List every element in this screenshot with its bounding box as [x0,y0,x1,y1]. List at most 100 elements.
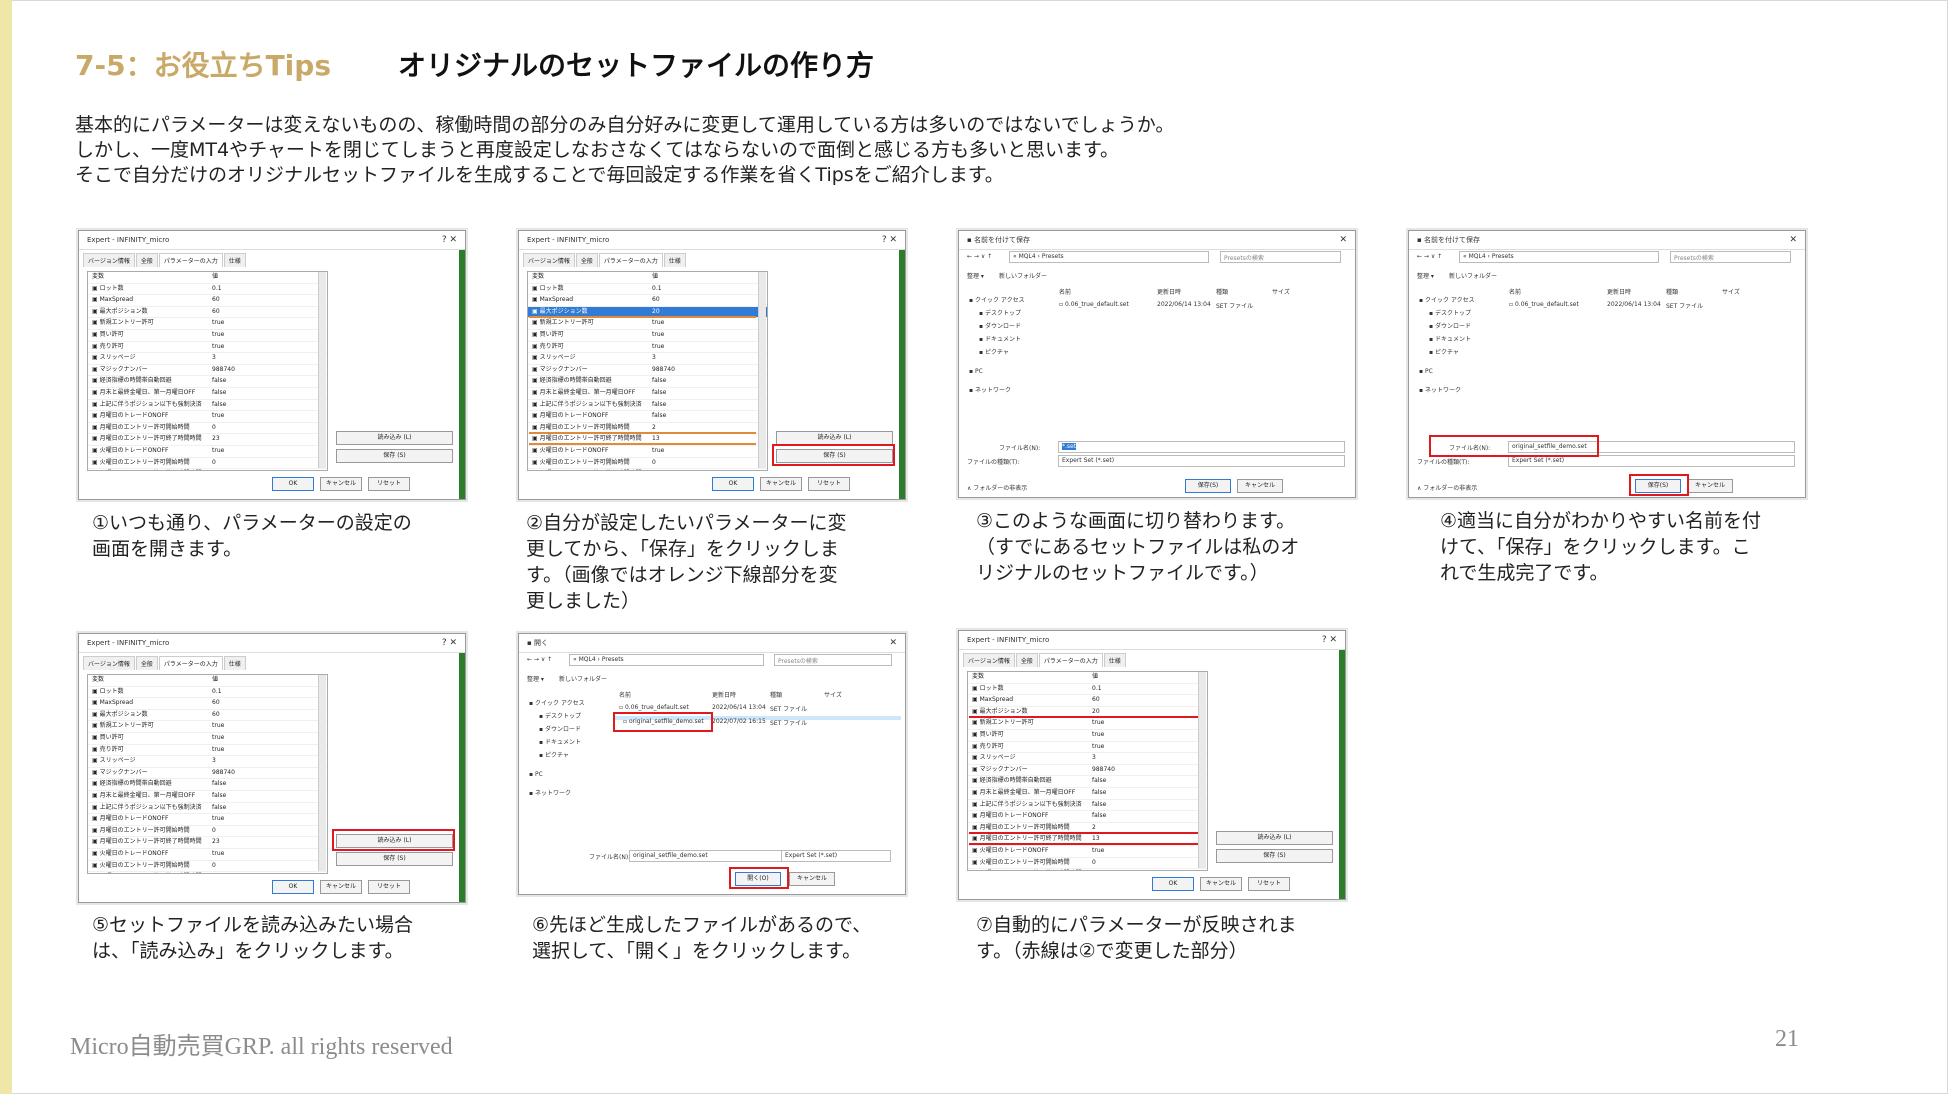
new-folder-button[interactable]: 新しいフォルダー [559,674,607,683]
sidebar-item[interactable]: ▪ PC [969,368,983,375]
close-icon[interactable]: ✕ [1789,231,1797,249]
param-row[interactable]: ▣ MaxSpread 60 [528,295,767,307]
reset-button[interactable]: リセット [1248,877,1290,891]
tab-0[interactable]: バージョン情報 [963,653,1015,667]
cancel-button[interactable]: キャンセル [320,477,362,491]
ok-button[interactable]: OK [712,477,754,491]
param-row[interactable]: ▣ 月末と最終金曜日、第一月曜日OFF false [528,388,767,400]
param-row[interactable]: ▣ 売り許可 true [528,342,767,354]
param-row[interactable]: ▣ 買い許可 true [968,730,1207,742]
organize-button[interactable]: 整理 ▾ [1417,271,1434,280]
hide-folders[interactable]: ∧ フォルダーの非表示 [967,483,1027,492]
param-row[interactable]: ▣ 火曜日のトレードONOFF true [968,846,1207,858]
sidebar-item[interactable]: ▪ ダウンロード [1429,321,1471,330]
param-row[interactable]: ▣ 月末と最終金曜日、第一月曜日OFF false [968,788,1207,800]
tab-1[interactable]: 全般 [575,253,598,267]
hide-folders[interactable]: ∧ フォルダーの非表示 [1417,483,1477,492]
param-row[interactable]: ▣ 経済指標の時間帯自動回避 false [528,376,767,388]
organize-button[interactable]: 整理 ▾ [527,674,544,683]
grid-scrollbar[interactable] [318,272,326,468]
sidebar-item[interactable]: ▪ ネットワーク [529,788,571,797]
sidebar-item[interactable]: ▪ クイック アクセス [529,698,585,707]
sidebar-item[interactable]: ▪ ドキュメント [1429,334,1471,343]
param-row[interactable]: ▣ 火曜日のエントリー許可開始時間 0 [88,458,327,470]
param-row[interactable]: ▣ 月曜日のエントリー許可開始時間 0 [88,826,327,838]
param-row[interactable]: ▣ マジックナンバー 988740 [968,765,1207,777]
ok-button[interactable]: OK [272,880,314,894]
param-row[interactable]: ▣ 上記に伴うポジション以下も強制決済 false [528,400,767,412]
sidebar-item[interactable]: ▪ ドキュメント [539,737,581,746]
param-row[interactable]: ▣ 月曜日のトレードONOFF false [528,411,767,423]
cancel-button[interactable]: キャンセル [320,880,362,894]
filename-input[interactable] [1058,441,1345,453]
tab-1[interactable]: 全般 [135,253,158,267]
file-item[interactable]: ▫ 0.06_true_default.set [1059,301,1129,308]
param-row[interactable]: ▣ 買い許可 true [88,733,327,745]
cancel-button[interactable]: キャンセル [1200,877,1242,891]
organize-button[interactable]: 整理 ▾ [967,271,984,280]
param-row[interactable]: ▣ 買い許可 true [88,330,327,342]
param-row[interactable]: ▣ 火曜日のエントリー許可開始時間 0 [968,858,1207,870]
close-icon[interactable]: ✕ [1339,231,1347,249]
param-row[interactable]: ▣ 火曜日のエントリー許可終了時間時間 23 [88,872,327,873]
param-row[interactable]: ▣ マジックナンバー 988740 [88,365,327,377]
sidebar-item[interactable]: ▪ ネットワーク [1419,385,1461,394]
param-row[interactable]: ▣ 火曜日のエントリー許可開始時間 0 [528,458,767,470]
param-row[interactable]: ▣ 月曜日のトレードONOFF true [88,411,327,423]
param-row[interactable]: ▣ 上記に伴うポジション以下も強制決済 false [88,400,327,412]
nav-arrows[interactable]: ← → ∨ ↑ [967,253,992,260]
param-row[interactable]: ▣ 経済指標の時間帯自動回避 false [968,776,1207,788]
file-item[interactable]: ▫ 0.06_true_default.set [1509,301,1579,308]
cancel-button[interactable]: キャンセル [760,477,802,491]
sidebar-item[interactable]: ▪ PC [1419,368,1433,375]
param-row[interactable]: ▣ 火曜日のエントリー許可終了時間時間 23 [968,869,1207,870]
sidebar-item[interactable]: ▪ クイック アクセス [1419,295,1475,304]
param-row[interactable]: ▣ 買い許可 true [528,330,767,342]
param-row[interactable]: ▣ 火曜日のエントリー許可終了時間時間 23 [528,469,767,470]
param-row[interactable]: ▣ 売り許可 true [968,742,1207,754]
sidebar-item[interactable]: ▪ デスクトップ [539,711,581,720]
sidebar-item[interactable]: ▪ ダウンロード [979,321,1021,330]
tab-3[interactable]: 仕様 [1103,653,1126,667]
param-row[interactable]: ▣ ロット数 0.1 [88,284,327,296]
param-row[interactable]: ▣ スリッページ 3 [88,756,327,768]
cancel-button[interactable]: キャンセル [1237,479,1283,493]
sidebar-item[interactable]: ▪ ネットワーク [969,385,1011,394]
param-row[interactable]: ▣ 火曜日のトレードONOFF true [528,446,767,458]
param-row[interactable]: ▣ ロット数 0.1 [528,284,767,296]
sidebar-item[interactable]: ▪ ピクチャ [979,347,1009,356]
grid-scrollbar[interactable] [1198,672,1206,868]
sidebar-item[interactable]: ▪ ドキュメント [979,334,1021,343]
save-button[interactable]: 保存(S) [1185,479,1231,493]
param-row[interactable]: ▣ 月曜日のトレードONOFF false [968,811,1207,823]
param-row[interactable]: ▣ 火曜日のエントリー許可開始時間 0 [88,861,327,873]
param-row[interactable]: ▣ MaxSpread 60 [968,695,1207,707]
param-row[interactable]: ▣ 最大ポジション数 60 [88,710,327,722]
tab-0[interactable]: バージョン情報 [83,253,135,267]
save-button[interactable]: 保存 (S) [336,852,453,866]
param-row[interactable]: ▣ マジックナンバー 988740 [88,768,327,780]
load-button[interactable]: 読み込み (L) [776,431,893,445]
sidebar-item[interactable]: ▪ クイック アクセス [969,295,1025,304]
param-row[interactable]: ▣ 売り許可 true [88,342,327,354]
new-folder-button[interactable]: 新しいフォルダー [1449,271,1497,280]
file-item[interactable]: ▫ 0.06_true_default.set [619,704,689,711]
sidebar-item[interactable]: ▪ ダウンロード [539,724,581,733]
tab-2[interactable]: パラメーターの入力 [598,253,663,267]
tab-0[interactable]: バージョン情報 [523,253,575,267]
sidebar-item[interactable]: ▪ ピクチャ [539,750,569,759]
param-row[interactable]: ▣ 火曜日のエントリー許可終了時間時間 23 [88,469,327,470]
param-row[interactable]: ▣ 月曜日のエントリー許可終了時間時間 23 [88,837,327,849]
param-row[interactable]: ▣ 新規エントリー許可 true [528,318,767,330]
grid-scrollbar[interactable] [318,675,326,871]
param-row[interactable]: ▣ 最大ポジション数 60 [88,307,327,319]
param-row[interactable]: ▣ 火曜日のトレードONOFF true [88,849,327,861]
tab-3[interactable]: 仕様 [663,253,686,267]
close-icon[interactable]: ✕ [889,634,897,652]
sidebar-item[interactable]: ▪ デスクトップ [979,308,1021,317]
param-row[interactable]: ▣ スリッページ 3 [88,353,327,365]
cancel-button[interactable]: キャンセル [1687,479,1733,493]
nav-arrows[interactable]: ← → ∨ ↑ [527,656,552,663]
param-row[interactable]: ▣ 上記に伴うポジション以下も強制決済 false [968,800,1207,812]
tab-2[interactable]: パラメーターの入力 [158,253,223,267]
